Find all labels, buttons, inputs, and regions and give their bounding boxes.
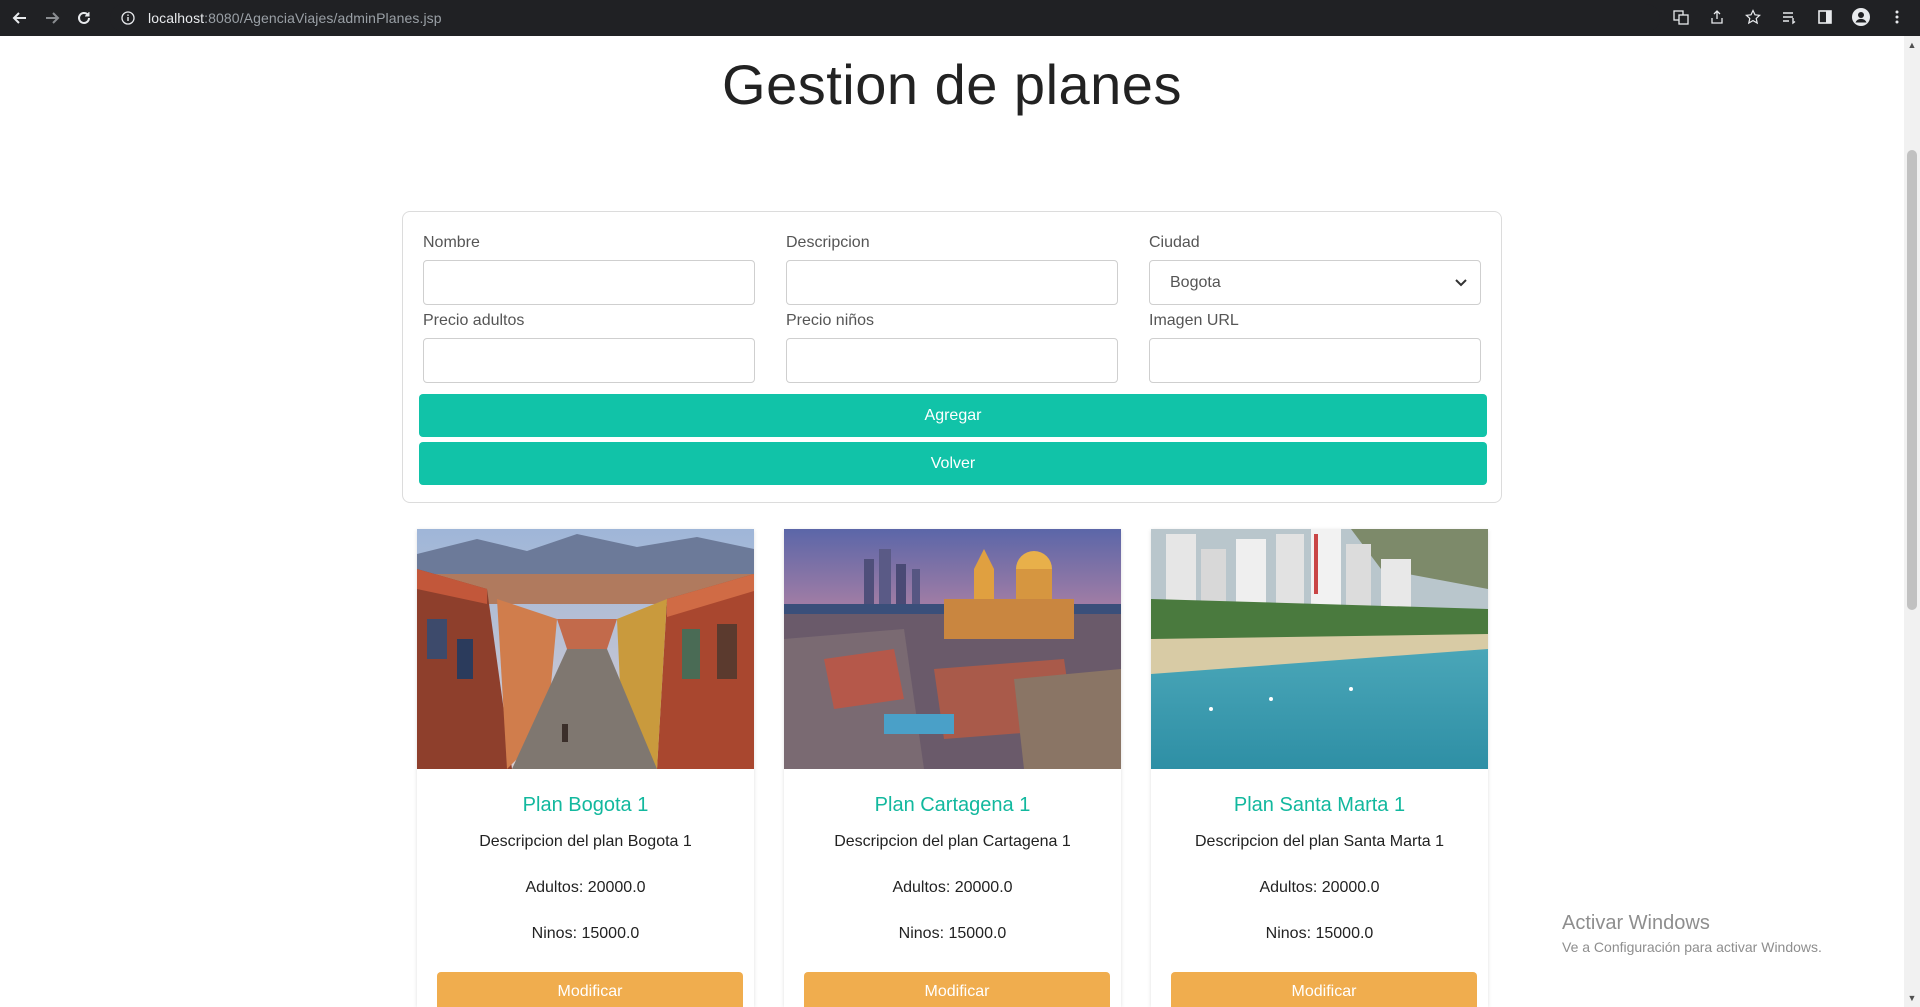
- plan-card: Plan Cartagena 1 Descripcion del plan Ca…: [784, 529, 1121, 1007]
- page-title: Gestion de planes: [722, 53, 1182, 116]
- url-path: :8080/AgenciaViajes/adminPlanes.jsp: [204, 10, 442, 26]
- browser-actions: [1670, 6, 1908, 28]
- share-icon[interactable]: [1706, 6, 1728, 28]
- modificar-button[interactable]: Modificar: [804, 972, 1110, 1007]
- ciudad-label: Ciudad: [1149, 234, 1200, 251]
- ciudad-field: Ciudad Bogota: [1149, 234, 1481, 305]
- plan-precio-ninos: Ninos: 15000.0: [531, 925, 640, 942]
- plan-cartagena-image: [784, 529, 1121, 769]
- modificar-button[interactable]: Modificar: [437, 972, 743, 1007]
- chevron-down-icon: [1455, 279, 1467, 287]
- imagen-url-input[interactable]: [1149, 338, 1481, 383]
- nombre-label: Nombre: [423, 234, 480, 251]
- descripcion-label: Descripcion: [786, 234, 870, 251]
- plan-precio-ninos: Ninos: 15000.0: [898, 925, 1007, 942]
- precio-adultos-field: Precio adultos: [423, 312, 755, 383]
- plan-card: Plan Bogota 1 Descripcion del plan Bogot…: [417, 529, 754, 1007]
- plan-precio-adultos: Adultos: 20000.0: [525, 879, 646, 896]
- translate-icon[interactable]: [1670, 6, 1692, 28]
- profile-avatar-icon[interactable]: [1850, 6, 1872, 28]
- site-info-icon[interactable]: [118, 8, 138, 28]
- plan-bogota-image: [417, 529, 754, 769]
- menu-kebab-icon[interactable]: [1886, 6, 1908, 28]
- plan-form: Nombre Descripcion Ciudad Bogota Precio …: [402, 211, 1502, 503]
- nombre-input[interactable]: [423, 260, 755, 305]
- descripcion-field: Descripcion: [786, 234, 1118, 305]
- plan-description: Descripcion del plan Bogota 1: [479, 833, 692, 850]
- side-panel-icon[interactable]: [1814, 6, 1836, 28]
- ciudad-select[interactable]: Bogota: [1149, 260, 1481, 305]
- watermark-subtitle: Ve a Configuración para activar Windows.: [1562, 939, 1822, 955]
- vertical-scrollbar[interactable]: ▲ ▼: [1904, 36, 1920, 1007]
- modificar-button[interactable]: Modificar: [1171, 972, 1477, 1007]
- url-text: localhost:8080/AgenciaViajes/adminPlanes…: [148, 10, 442, 26]
- plan-santa-marta-image: [1151, 529, 1488, 769]
- back-arrow-icon[interactable]: [8, 6, 32, 30]
- bookmark-star-icon[interactable]: [1742, 6, 1764, 28]
- url-host: localhost: [148, 10, 205, 26]
- scroll-up-arrow-icon[interactable]: ▲: [1907, 40, 1917, 50]
- precio-ninos-label: Precio niños: [786, 312, 875, 329]
- precio-ninos-field: Precio niños: [786, 312, 1118, 383]
- precio-adultos-input[interactable]: [423, 338, 755, 383]
- plan-description: Descripcion del plan Santa Marta 1: [1194, 833, 1445, 850]
- agregar-button[interactable]: Agregar: [419, 394, 1487, 437]
- windows-activation-watermark: Activar Windows Ve a Configuración para …: [1562, 912, 1822, 955]
- imagen-url-label: Imagen URL: [1149, 312, 1239, 329]
- imagen-url-field: Imagen URL: [1149, 312, 1481, 383]
- browser-toolbar: localhost:8080/AgenciaViajes/adminPlanes…: [0, 0, 1920, 36]
- watermark-title: Activar Windows: [1562, 912, 1710, 934]
- plan-precio-ninos: Ninos: 15000.0: [1265, 925, 1374, 942]
- plan-description: Descripcion del plan Cartagena 1: [834, 833, 1071, 850]
- reload-icon[interactable]: [72, 6, 96, 30]
- plan-title: Plan Bogota 1: [522, 794, 649, 816]
- reading-list-icon[interactable]: [1778, 6, 1800, 28]
- plan-precio-adultos: Adultos: 20000.0: [892, 879, 1013, 896]
- plan-title: Plan Cartagena 1: [874, 794, 1031, 816]
- page-content: Gestion de planes Nombre Descripcion Ciu…: [0, 36, 1904, 1007]
- scrollbar-thumb[interactable]: [1907, 150, 1917, 610]
- plan-card: Plan Santa Marta 1 Descripcion del plan …: [1151, 529, 1488, 1007]
- volver-button[interactable]: Volver: [419, 442, 1487, 485]
- scroll-down-arrow-icon[interactable]: ▼: [1907, 993, 1917, 1003]
- address-bar[interactable]: localhost:8080/AgenciaViajes/adminPlanes…: [110, 4, 1660, 32]
- plan-precio-adultos: Adultos: 20000.0: [1259, 879, 1380, 896]
- ciudad-select-wrap: Bogota: [1149, 260, 1481, 305]
- descripcion-input[interactable]: [786, 260, 1118, 305]
- precio-adultos-label: Precio adultos: [423, 312, 525, 329]
- precio-ninos-input[interactable]: [786, 338, 1118, 383]
- plan-title: Plan Santa Marta 1: [1233, 794, 1406, 816]
- nombre-field: Nombre: [423, 234, 755, 305]
- forward-arrow-icon[interactable]: [40, 6, 64, 30]
